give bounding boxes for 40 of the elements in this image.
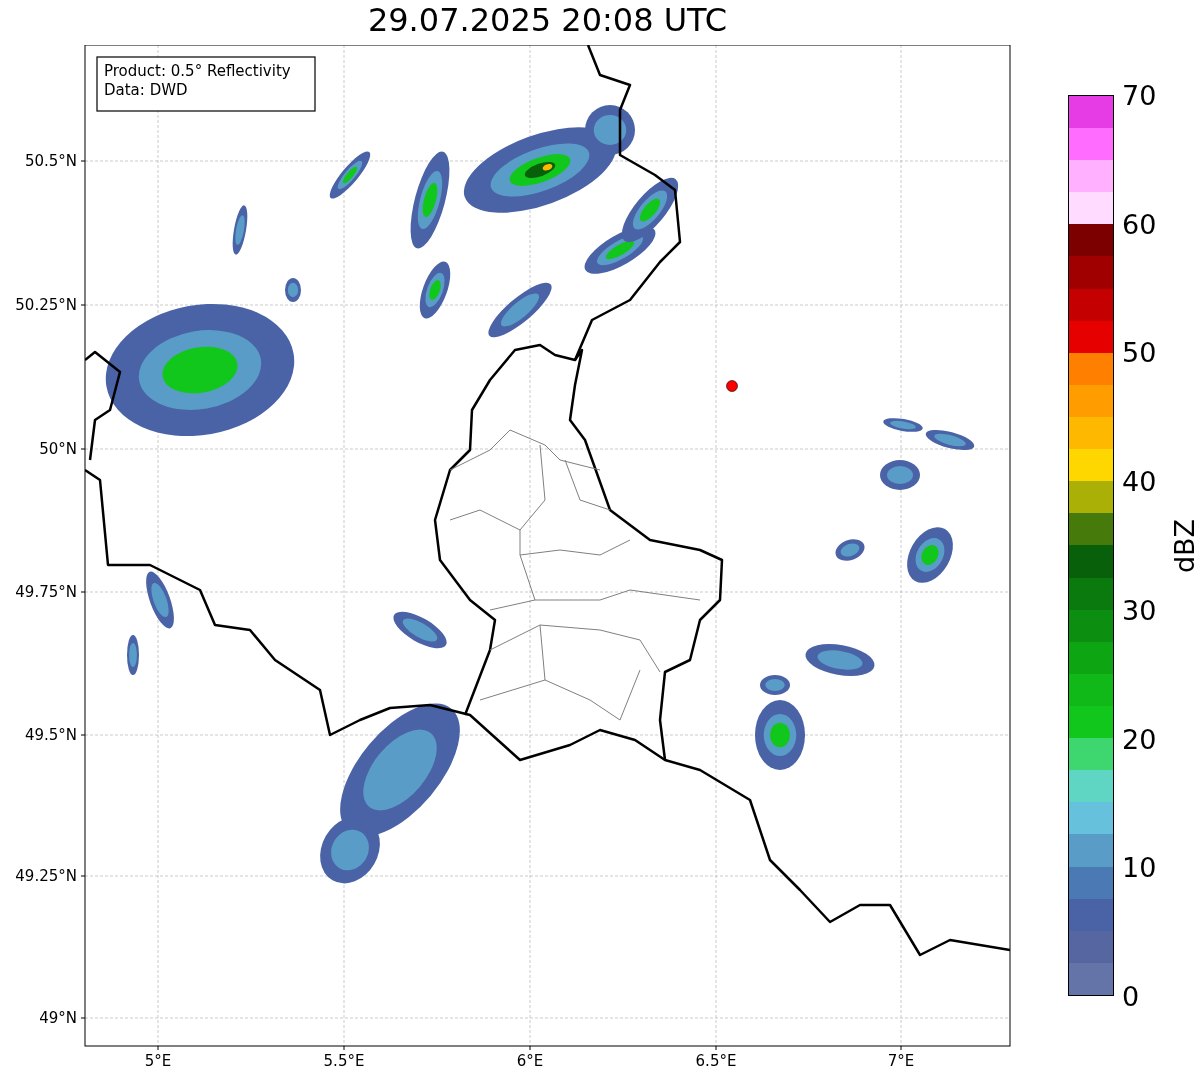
colorbar-tick-label: 50 [1122,338,1157,366]
axis-tick-label: 50.25°N [15,296,77,314]
axis-tick-label: 49°N [39,1009,77,1027]
radar-echo [232,205,248,255]
info-text: Product: 0.5° Reflectivity [104,62,291,80]
radar-echo [880,460,920,490]
axis-tick-label: 7°E [887,1052,915,1070]
axis-tick-label: 6°E [516,1052,544,1070]
axis-tick-label: 49.5°N [24,726,77,744]
colorbar-tick-label: 10 [1122,853,1157,881]
radar-echo [329,151,371,199]
colorbar-tick-label: 30 [1122,596,1157,624]
radar-echo [883,418,923,432]
radar-echo [835,539,865,561]
radar-echo [760,675,790,695]
radar-echo [419,261,451,319]
radar-echo [925,429,975,451]
axis-tick-label: 50°N [39,440,77,458]
radar-echo [907,527,953,583]
info-text: Data: DWD [104,81,188,99]
axis-tick-label: 50.5°N [24,152,77,170]
colorbar-tick-label: 20 [1122,725,1157,753]
colorbar-tick-label: 60 [1122,210,1157,238]
radar-echo [393,611,447,649]
axis-tick-label: 6.5°E [695,1052,737,1070]
radar-echo [755,700,805,770]
colorbar-label: dBZ [1169,518,1200,573]
radar-echo [127,635,139,675]
colorbar-tick-label: 0 [1122,982,1140,1010]
axis-tick-label: 5°E [144,1052,172,1070]
radar-echo [805,644,875,676]
axis-tick-label: 49.75°N [15,583,77,601]
colorbar-tick-label: 70 [1122,81,1157,109]
radar-echo [488,282,552,338]
axis-tick-label: 49.25°N [15,867,77,885]
axis-tick-label: 5.5°E [323,1052,365,1070]
location-marker [726,380,738,392]
radar-echo [146,571,174,629]
colorbar-tick-label: 40 [1122,467,1157,495]
chart-title: 29.07.2025 20:08 UTC [367,3,728,36]
